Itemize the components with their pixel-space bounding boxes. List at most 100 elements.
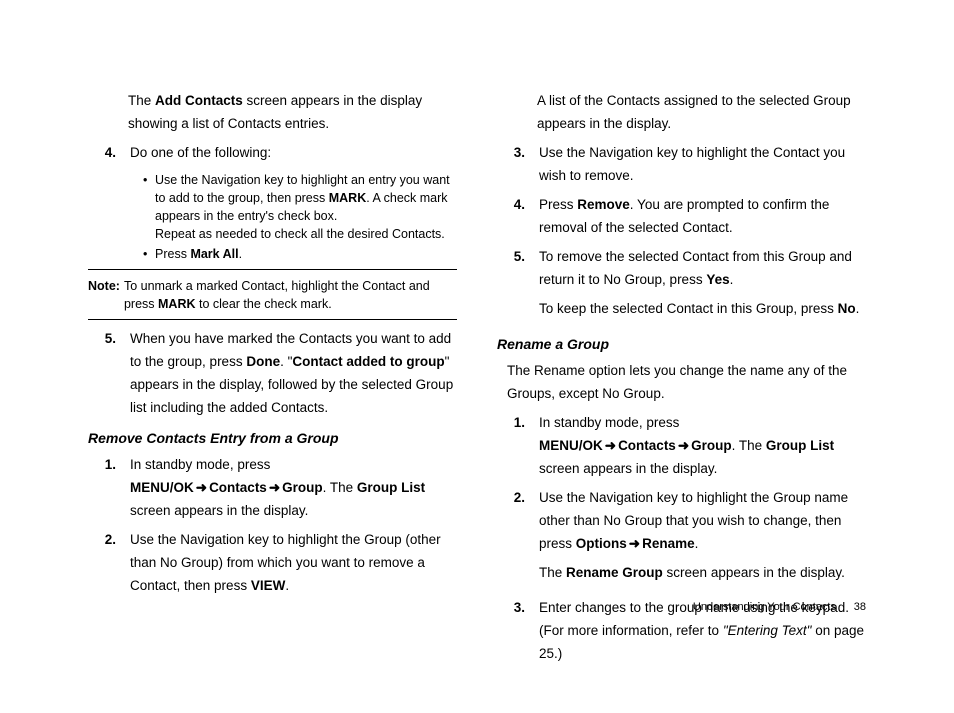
arrow-icon: ➜ bbox=[678, 438, 689, 453]
bold-text: Rename Group bbox=[566, 565, 663, 580]
text: . bbox=[730, 272, 734, 287]
step-2: 2. Use the Navigation key to highlight t… bbox=[497, 487, 866, 591]
step-number: 3. bbox=[497, 142, 525, 188]
step-number: 2. bbox=[497, 487, 525, 591]
note-text: To unmark a marked Contact, highlight th… bbox=[124, 278, 457, 313]
step-number: 5. bbox=[497, 246, 525, 327]
step-number: 1. bbox=[497, 412, 525, 481]
step-number: 1. bbox=[88, 454, 116, 523]
step-1: 1. In standby mode, press MENU/OK➜Contac… bbox=[497, 412, 866, 481]
step-text: Do one of the following: bbox=[130, 142, 457, 165]
text: To remove the selected Contact from this… bbox=[539, 249, 852, 287]
step-number: 4. bbox=[497, 194, 525, 240]
text: . bbox=[285, 578, 289, 593]
footer-title: Understanding Your Contacts bbox=[693, 601, 836, 613]
text: screen appears in the display. bbox=[663, 565, 845, 580]
right-column: A list of the Contacts assigned to the s… bbox=[497, 90, 866, 672]
text: . bbox=[856, 301, 860, 316]
text: Press bbox=[155, 247, 190, 261]
heading-remove: Remove Contacts Entry from a Group bbox=[88, 430, 457, 446]
step-3: 3. Use the Navigation key to highlight t… bbox=[497, 142, 866, 188]
bold-text: Mark All bbox=[190, 247, 238, 261]
left-column: The Add Contacts screen appears in the d… bbox=[88, 90, 457, 672]
page-number: 38 bbox=[836, 601, 866, 613]
bold-text: Add Contacts bbox=[155, 93, 243, 108]
step-number: 3. bbox=[497, 597, 525, 666]
step-4: 4. Press Remove. You are prompted to con… bbox=[497, 194, 866, 240]
bold-text: Rename bbox=[642, 536, 695, 551]
bold-text: Options bbox=[576, 536, 627, 551]
text: screen appears in the display. bbox=[130, 503, 308, 518]
bullet-item: •Press Mark All. bbox=[143, 245, 457, 263]
bold-text: Yes bbox=[706, 272, 729, 287]
step-5: 5. To remove the selected Contact from t… bbox=[497, 246, 866, 327]
bold-text: Contacts bbox=[209, 480, 267, 495]
bold-text: Contacts bbox=[618, 438, 676, 453]
step-text: Press Remove. You are prompted to confir… bbox=[539, 194, 866, 240]
bold-text: MENU/OK bbox=[130, 480, 194, 495]
text: The bbox=[539, 565, 566, 580]
bullet-dot: • bbox=[143, 245, 155, 263]
text: To keep the selected Contact in this Gro… bbox=[539, 301, 838, 316]
step-text: In standby mode, press MENU/OK➜Contacts➜… bbox=[130, 454, 457, 523]
bold-text: MARK bbox=[329, 191, 367, 205]
bold-text: Group bbox=[282, 480, 323, 495]
arrow-icon: ➜ bbox=[629, 536, 640, 551]
arrow-icon: ➜ bbox=[196, 480, 207, 495]
text: Repeat as needed to check all the desire… bbox=[155, 227, 445, 241]
bold-text: No bbox=[838, 301, 856, 316]
step-1: 1. In standby mode, press MENU/OK➜Contac… bbox=[88, 454, 457, 523]
step-text: In standby mode, press MENU/OK➜Contacts➜… bbox=[539, 412, 866, 481]
bold-text: Group List bbox=[766, 438, 834, 453]
step-text: Use the Navigation key to highlight the … bbox=[539, 142, 866, 188]
bold-text: Group bbox=[691, 438, 732, 453]
text: The bbox=[128, 93, 155, 108]
bullet-text: Press Mark All. bbox=[155, 245, 457, 263]
bold-text: MENU/OK bbox=[539, 438, 603, 453]
bullet-item: •Use the Navigation key to highlight an … bbox=[143, 171, 457, 244]
text: In standby mode, press bbox=[130, 457, 270, 472]
bold-text: Remove bbox=[577, 197, 630, 212]
step-number: 4. bbox=[88, 142, 116, 165]
paragraph: To keep the selected Contact in this Gro… bbox=[539, 298, 866, 321]
step-text: Use the Navigation key to highlight the … bbox=[539, 487, 866, 591]
step-text: To remove the selected Contact from this… bbox=[539, 246, 866, 327]
heading-rename: Rename a Group bbox=[497, 336, 866, 352]
arrow-icon: ➜ bbox=[269, 480, 280, 495]
step-text: Use the Navigation key to highlight the … bbox=[130, 529, 457, 598]
step-number: 5. bbox=[88, 328, 116, 420]
paragraph: The Rename Group screen appears in the d… bbox=[539, 562, 866, 585]
text: . The bbox=[323, 480, 357, 495]
bullet-dot: • bbox=[143, 171, 155, 244]
divider bbox=[88, 269, 457, 270]
note: Note:To unmark a marked Contact, highlig… bbox=[88, 278, 457, 313]
paragraph: The Rename option lets you change the na… bbox=[507, 360, 866, 406]
bullet-list: •Use the Navigation key to highlight an … bbox=[143, 171, 457, 264]
columns: The Add Contacts screen appears in the d… bbox=[88, 90, 866, 672]
bold-text: Group List bbox=[357, 480, 425, 495]
text: to clear the check mark. bbox=[196, 297, 332, 311]
text: . bbox=[239, 247, 242, 261]
step-5: 5. When you have marked the Contacts you… bbox=[88, 328, 457, 420]
bold-text: VIEW bbox=[251, 578, 286, 593]
paragraph: The Add Contacts screen appears in the d… bbox=[128, 90, 457, 136]
arrow-icon: ➜ bbox=[605, 438, 616, 453]
bold-text: Contact added to group bbox=[292, 354, 444, 369]
text: Press bbox=[539, 197, 577, 212]
bold-text: Done bbox=[246, 354, 280, 369]
text: screen appears in the display. bbox=[539, 461, 717, 476]
bold-text: MARK bbox=[158, 297, 196, 311]
italic-text: "Entering Text" bbox=[723, 623, 812, 638]
step-2: 2. Use the Navigation key to highlight t… bbox=[88, 529, 457, 598]
step-4: 4. Do one of the following: bbox=[88, 142, 457, 165]
text: In standby mode, press bbox=[539, 415, 679, 430]
divider bbox=[88, 319, 457, 320]
text: . The bbox=[732, 438, 766, 453]
step-number: 2. bbox=[88, 529, 116, 598]
bullet-text: Use the Navigation key to highlight an e… bbox=[155, 171, 457, 244]
step-text: When you have marked the Contacts you wa… bbox=[130, 328, 457, 420]
note-label: Note: bbox=[88, 278, 120, 313]
manual-page: The Add Contacts screen appears in the d… bbox=[0, 0, 954, 713]
paragraph: A list of the Contacts assigned to the s… bbox=[537, 90, 866, 136]
page-footer: Understanding Your Contacts38 bbox=[693, 601, 866, 613]
